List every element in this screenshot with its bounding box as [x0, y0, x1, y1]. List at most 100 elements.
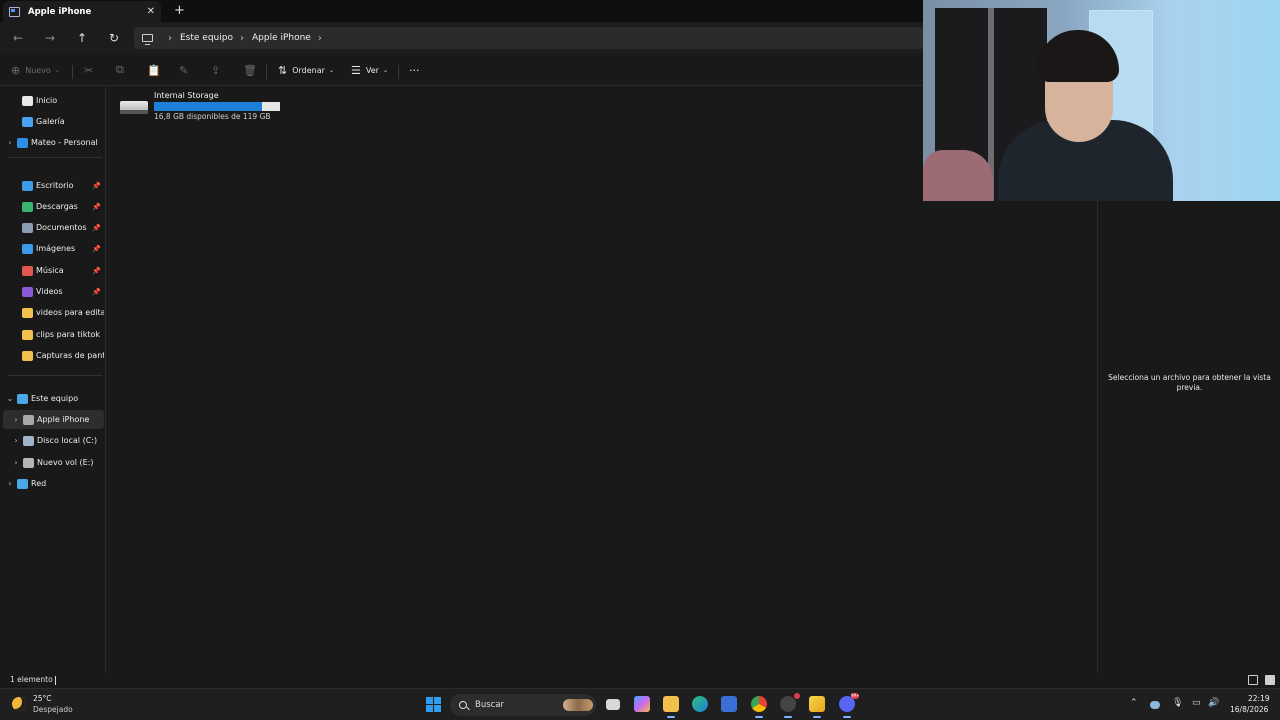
chevron-down-icon: ⌄ [54, 66, 60, 74]
paste-button[interactable]: 📋 [147, 62, 166, 78]
copilot-icon[interactable] [634, 696, 650, 712]
sidebar-item-label: Nuevo vol (E:) [37, 458, 94, 467]
tiles-view-icon[interactable] [1265, 675, 1275, 685]
chevron-right-icon[interactable]: › [3, 479, 17, 488]
chrome-icon[interactable] [751, 696, 767, 718]
github-icon[interactable] [780, 693, 800, 718]
sidebar-item-clips-para-tiktok[interactable]: clips para tiktok [3, 325, 104, 344]
start-button[interactable] [426, 697, 441, 712]
weather-temperature[interactable]: 25°C [33, 694, 52, 703]
rename-icon: ✎ [179, 63, 189, 77]
sidebar-item-label: Música [36, 266, 64, 275]
search-label: Buscar [475, 700, 505, 710]
breadcrumb-este-equipo[interactable]: Este equipo [180, 33, 233, 43]
pin-icon[interactable]: 📌 [92, 224, 101, 232]
chevron-right-icon[interactable]: › [318, 33, 322, 44]
download-icon [22, 201, 33, 212]
delete-icon: 🗑 [243, 63, 257, 77]
sidebar-item-label: Capturas de pantalla [36, 351, 104, 360]
pin-icon[interactable]: 📌 [92, 288, 101, 296]
taskbar-search[interactable]: Buscar [450, 694, 596, 716]
chevron-up-icon[interactable]: ⌃ [1130, 698, 1138, 708]
network-icon [17, 478, 28, 489]
edge-icon[interactable] [692, 696, 708, 712]
onedrive-icon[interactable] [1150, 701, 1160, 709]
volume-icon[interactable]: 🔊 [1208, 698, 1219, 708]
chevron-down-icon[interactable]: ⌄ [3, 394, 17, 403]
copy-button[interactable]: ⧉ [116, 62, 129, 78]
weather-moon-icon[interactable] [12, 697, 26, 711]
back-button[interactable]: ← [8, 28, 28, 48]
tab-title: Apple iPhone [28, 6, 92, 17]
share-button[interactable]: ⇪ [211, 62, 225, 78]
pin-icon[interactable]: 📌 [92, 203, 101, 211]
sidebar-item-nuevo-vol-e[interactable]: › Nuevo vol (E:) [3, 453, 104, 472]
sidebar-item-capturas-de-pantalla[interactable]: Capturas de pantalla [3, 346, 104, 365]
sidebar-item-label: Mateo - Personal [31, 138, 98, 147]
pin-icon[interactable]: 📌 [92, 245, 101, 253]
sidebar-item-videos[interactable]: Videos 📌 [3, 282, 104, 301]
new-button[interactable]: ⊕ Nuevo ⌄ [11, 62, 60, 78]
sidebar-item-inicio[interactable]: Inicio [3, 91, 104, 110]
webcam-overlay [923, 0, 1280, 201]
chevron-right-icon[interactable]: › [240, 33, 244, 44]
sidebar-item-escritorio[interactable]: Escritorio 📌 [3, 176, 104, 195]
weather-description[interactable]: Despejado [33, 705, 73, 714]
gallery-icon [22, 116, 33, 127]
new-tab-button[interactable]: + [174, 3, 185, 18]
view-icon: ☰ [351, 63, 361, 77]
more-options-button[interactable]: ··· [409, 62, 425, 78]
drive-icon [23, 457, 34, 468]
store-icon[interactable] [721, 696, 737, 712]
sidebar-item-red[interactable]: › Red [3, 474, 104, 493]
network-icon[interactable]: ▭ [1192, 698, 1201, 708]
up-button[interactable]: ↑ [72, 28, 92, 48]
clock-time[interactable]: 22:19 [1248, 694, 1270, 703]
sidebar-item-label: Videos [36, 287, 63, 296]
chevron-right-icon[interactable]: › [9, 415, 23, 424]
sidebar-item-videos-para-editar[interactable]: videos para editar [3, 303, 104, 322]
sort-button[interactable]: ⇅ Ordenar ⌄ [278, 62, 334, 78]
folder-icon [22, 307, 33, 318]
sidebar-item-descargas[interactable]: Descargas 📌 [3, 197, 104, 216]
folder-icon [22, 329, 33, 340]
sidebar-item-galería[interactable]: Galería [3, 112, 104, 131]
close-tab-icon[interactable]: ✕ [147, 6, 155, 17]
chevron-right-icon[interactable]: › [3, 138, 17, 147]
delete-button[interactable]: 🗑 [243, 62, 262, 78]
clock-date[interactable]: 16/8/2026 [1230, 705, 1268, 714]
address-bar[interactable]: › Este equipo › Apple iPhone › [134, 27, 924, 49]
sidebar-item-disco-local-c[interactable]: › Disco local (C:) [3, 431, 104, 450]
sidebar-item-imágenes[interactable]: Imágenes 📌 [3, 239, 104, 258]
forward-button[interactable]: → [40, 28, 60, 48]
item-count: 1 elemento [10, 675, 53, 684]
share-icon: ⇪ [211, 63, 221, 77]
file-explorer-taskbar-icon[interactable] [663, 696, 679, 718]
details-view-icon[interactable] [1248, 675, 1258, 685]
chevron-right-icon[interactable]: › [9, 458, 23, 467]
microphone-icon[interactable]: 🎙 [1172, 698, 1183, 708]
pin-icon[interactable]: 📌 [92, 267, 101, 275]
task-view-icon[interactable] [606, 699, 620, 710]
sidebar-item-música[interactable]: Música 📌 [3, 261, 104, 280]
search-icon [459, 701, 467, 709]
chevron-right-icon[interactable]: › [9, 436, 23, 445]
videos-icon [22, 286, 33, 297]
cut-button[interactable]: ✂ [84, 62, 98, 78]
breadcrumb-apple-iphone[interactable]: Apple iPhone [252, 33, 311, 43]
sidebar-item-este-equipo[interactable]: ⌄ Este equipo [3, 389, 104, 408]
rename-button[interactable]: ✎ [179, 62, 193, 78]
tab-apple-iphone[interactable]: Apple iPhone ✕ [3, 1, 161, 22]
sidebar-item-apple-iphone[interactable]: › Apple iPhone [3, 410, 104, 429]
internal-storage-drive[interactable]: Internal Storage 16,8 GB disponibles de … [120, 91, 290, 125]
discord-icon[interactable]: 99+ [839, 693, 859, 718]
taskbar: 25°C Despejado Buscar 99+ ⌃ 🎙 ▭ 🔊 22:19 … [0, 688, 1280, 720]
refresh-button[interactable]: ↻ [104, 28, 124, 48]
drive-free-space: 16,8 GB disponibles de 119 GB [154, 112, 271, 121]
sidebar-item-label: Apple iPhone [37, 415, 90, 424]
editor-app-icon[interactable] [809, 696, 825, 718]
sidebar-item-mateo-personal[interactable]: › Mateo - Personal [3, 133, 104, 152]
pin-icon[interactable]: 📌 [92, 182, 101, 190]
view-button[interactable]: ☰ Ver ⌄ [351, 62, 388, 78]
sidebar-item-documentos[interactable]: Documentos 📌 [3, 218, 104, 237]
